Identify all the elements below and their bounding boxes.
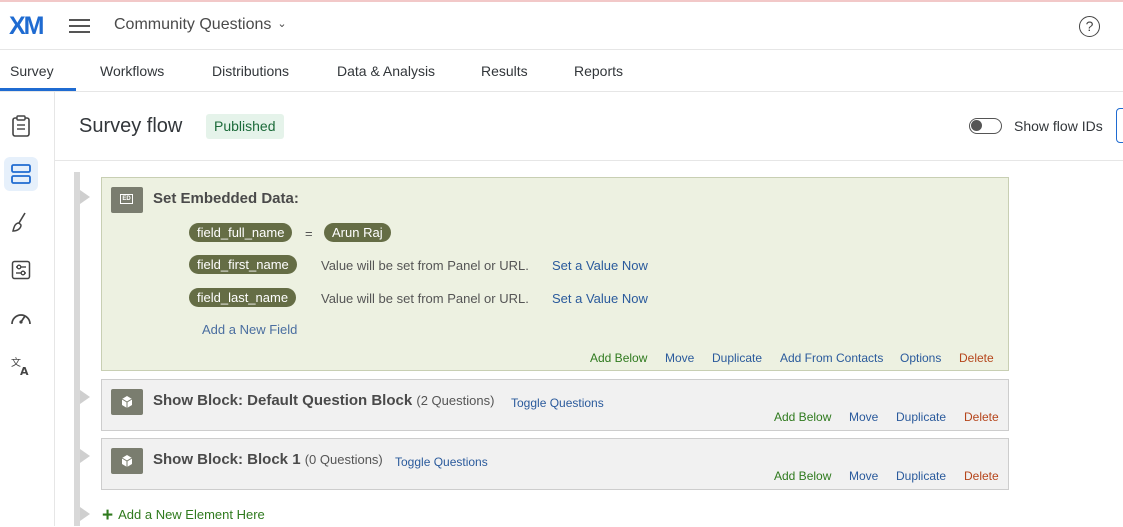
options-sliders-icon[interactable] — [4, 253, 38, 287]
field-name-pill[interactable]: field_last_name — [189, 288, 297, 307]
tab-workflows[interactable]: Workflows — [100, 63, 164, 79]
hamburger-menu-icon[interactable] — [69, 18, 90, 34]
tab-survey[interactable]: Survey — [10, 63, 54, 79]
toggle-questions-link[interactable]: Toggle Questions — [395, 455, 488, 469]
delete-button[interactable]: Delete — [964, 410, 999, 424]
status-badge: Published — [206, 114, 284, 139]
left-sidebar: 文A — [0, 92, 55, 526]
add-below-button[interactable]: Add Below — [590, 351, 647, 365]
options-button[interactable]: Options — [900, 351, 941, 365]
help-icon[interactable]: ? — [1079, 16, 1100, 37]
plus-icon: + — [102, 505, 114, 526]
move-button[interactable]: Move — [849, 410, 878, 424]
flow-arrow-icon — [80, 449, 90, 463]
add-below-button[interactable]: Add Below — [774, 469, 831, 483]
delete-button[interactable]: Delete — [959, 351, 994, 365]
field-value-note: Value will be set from Panel or URL. — [321, 258, 529, 273]
embedded-data-block: ED Set Embedded Data: field_full_name = … — [101, 177, 1009, 371]
partially-visible-button[interactable] — [1116, 108, 1123, 143]
block-title-text: Show Block: Block 1 — [153, 451, 301, 468]
translate-icon[interactable]: 文A — [4, 349, 38, 383]
active-tab-indicator — [0, 88, 76, 91]
top-bar: XM Community Questions ⌄ ? — [0, 2, 1123, 50]
delete-button[interactable]: Delete — [964, 469, 999, 483]
flow-arrow-icon — [80, 507, 90, 521]
question-block: Show Block: Default Question Block (2 Qu… — [101, 379, 1009, 431]
show-flow-ids-label: Show flow IDs — [1014, 118, 1103, 134]
survey-flow-icon[interactable] — [4, 157, 38, 191]
block-title: Show Block: Block 1 (0 Questions) — [153, 451, 383, 468]
block-title-text: Show Block: Default Question Block — [153, 392, 413, 409]
project-title-dropdown[interactable]: Community Questions ⌄ — [114, 16, 287, 34]
add-from-contacts-button[interactable]: Add From Contacts — [780, 351, 883, 365]
speedometer-icon[interactable] — [4, 301, 38, 335]
duplicate-button[interactable]: Duplicate — [896, 410, 946, 424]
paintbrush-icon[interactable] — [4, 205, 38, 239]
flow-connector-line — [74, 172, 80, 526]
set-value-now-link[interactable]: Set a Value Now — [552, 291, 648, 306]
xm-logo[interactable]: XM — [9, 12, 44, 41]
block-icon — [111, 448, 143, 474]
equals-sign: = — [305, 226, 313, 241]
embedded-data-title: Set Embedded Data: — [153, 190, 299, 207]
tab-bar: Survey Workflows Distributions Data & An… — [0, 50, 1123, 92]
tab-reports[interactable]: Reports — [574, 63, 623, 79]
duplicate-button[interactable]: Duplicate — [712, 351, 762, 365]
set-value-now-link[interactable]: Set a Value Now — [552, 258, 648, 273]
flow-arrow-icon — [80, 190, 90, 204]
toggle-knob — [971, 120, 982, 131]
block-title: Show Block: Default Question Block (2 Qu… — [153, 392, 494, 409]
add-new-field-link[interactable]: Add a New Field — [202, 322, 297, 337]
clipboard-icon[interactable] — [4, 109, 38, 143]
duplicate-button[interactable]: Duplicate — [896, 469, 946, 483]
embedded-data-icon: ED — [111, 187, 143, 213]
cube-icon — [121, 455, 133, 467]
tab-data-analysis[interactable]: Data & Analysis — [337, 63, 435, 79]
add-below-button[interactable]: Add Below — [774, 410, 831, 424]
cube-icon — [121, 396, 133, 408]
project-title: Community Questions — [114, 16, 272, 33]
move-button[interactable]: Move — [849, 469, 878, 483]
heading-divider — [55, 160, 1123, 161]
question-block: Show Block: Block 1 (0 Questions) Toggle… — [101, 438, 1009, 490]
field-name-pill[interactable]: field_first_name — [189, 255, 297, 274]
block-question-count: (2 Questions) — [416, 393, 495, 408]
block-icon — [111, 389, 143, 415]
tab-results[interactable]: Results — [481, 63, 528, 79]
add-new-element-label: Add a New Element Here — [118, 507, 265, 522]
field-value-pill[interactable]: Arun Raj — [324, 223, 391, 242]
field-value-note: Value will be set from Panel or URL. — [321, 291, 529, 306]
toggle-questions-link[interactable]: Toggle Questions — [511, 396, 604, 410]
add-new-element-button[interactable]: + Add a New Element Here — [102, 505, 265, 527]
svg-text:A: A — [20, 365, 29, 377]
chevron-down-icon: ⌄ — [277, 18, 287, 30]
flow-arrow-icon — [80, 390, 90, 404]
field-name-pill[interactable]: field_full_name — [189, 223, 293, 242]
show-flow-ids-toggle[interactable] — [969, 118, 1002, 134]
tab-distributions[interactable]: Distributions — [212, 63, 289, 79]
block-question-count: (0 Questions) — [304, 452, 383, 467]
page-title: Survey flow — [79, 115, 183, 137]
move-button[interactable]: Move — [665, 351, 694, 365]
